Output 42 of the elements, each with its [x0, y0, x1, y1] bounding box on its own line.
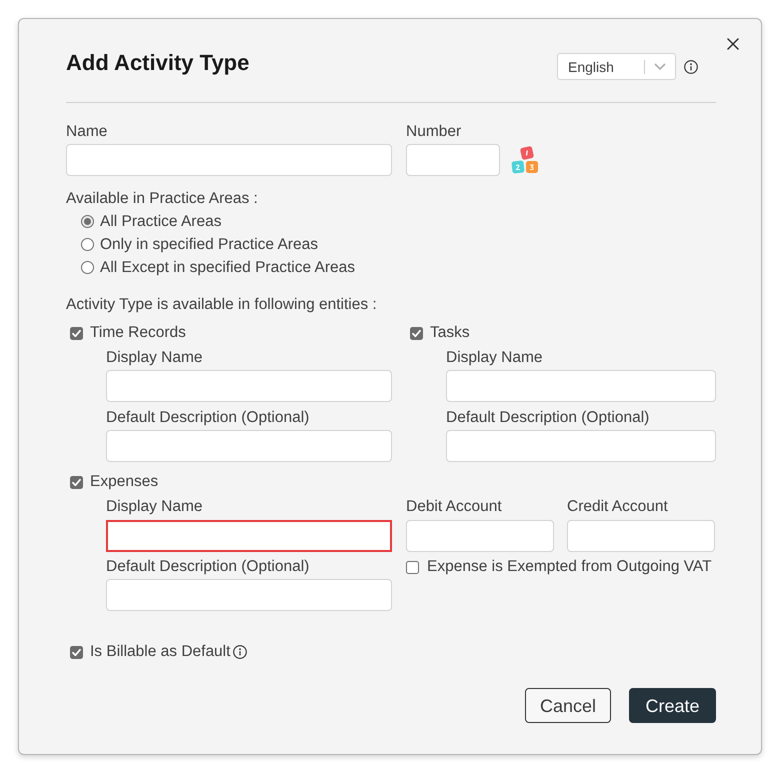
text-field[interactable] [106, 520, 392, 552]
field-label: Name [66, 122, 108, 142]
checkbox-label: Tasks [430, 323, 470, 343]
field-label: Default Description (Optional) [106, 408, 310, 428]
checkbox-label: Is Billable as Default [90, 642, 230, 662]
account-field[interactable] [406, 520, 554, 552]
radio-button[interactable] [81, 261, 94, 274]
close-icon[interactable] [727, 38, 739, 50]
checkbox[interactable] [70, 476, 83, 488]
language-select[interactable]: English [557, 53, 676, 80]
checkbox-label: Expenses [90, 472, 158, 492]
checkbox-label: Time Records [90, 323, 186, 343]
field-label: Display Name [106, 348, 204, 368]
checkbox[interactable] [406, 560, 419, 574]
chevron-down-icon[interactable] [654, 63, 666, 70]
info-icon[interactable] [684, 60, 698, 74]
field-label: Display Name [106, 497, 204, 517]
radio-button[interactable] [81, 215, 94, 228]
field-label: Number [406, 122, 462, 142]
radio-label: Only in specified Practice Areas [100, 234, 318, 254]
radio-button[interactable] [81, 238, 94, 251]
cancel-button[interactable]: Cancel [525, 688, 611, 723]
name-field[interactable] [66, 144, 392, 176]
radio-label: All Except in specified Practice Areas [100, 258, 356, 278]
field-label: Default Description (Optional) [106, 557, 310, 577]
field-label: Debit Account [406, 497, 503, 517]
checkbox[interactable] [70, 326, 83, 340]
section-label: Activity Type is available in following entities : [66, 295, 378, 315]
checkbox[interactable] [70, 646, 83, 658]
checkbox-label: Expense is Exempted from Outgoing VAT [427, 557, 712, 577]
account-field[interactable] [567, 520, 715, 552]
number-field[interactable] [406, 144, 500, 176]
checkbox[interactable] [410, 326, 423, 340]
field-label: Display Name [446, 348, 544, 368]
dialog-title: Add Activity Type [66, 49, 250, 77]
create-button[interactable]: Create [629, 688, 716, 723]
radio-label: All Practice Areas [100, 212, 222, 232]
field-label: Credit Account [567, 497, 669, 517]
info-icon[interactable] [233, 645, 248, 659]
number-blocks-icon[interactable] [510, 145, 540, 175]
field-label: Default Description (Optional) [446, 408, 650, 428]
section-label: Available in Practice Areas : [66, 189, 259, 209]
